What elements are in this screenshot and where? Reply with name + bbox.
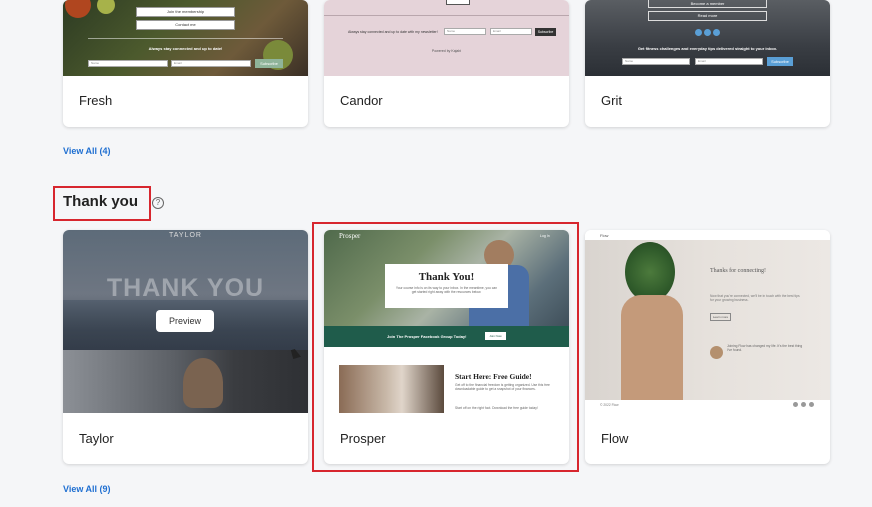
candor-caption: Always stay connected and up to date wit… [348,30,438,34]
fresh-contact-button: Contact me [136,20,235,30]
social-icon [695,29,702,36]
flow-quote: Joining Flow has changed my life. It's t… [727,344,803,353]
divider [88,38,283,39]
fresh-membership-button: Join the membership [136,7,235,17]
candor-powered-by: Powered by Kajabi [431,49,462,53]
template-card-grit[interactable]: Become a member Read more Get fitness ch… [585,0,830,127]
grit-member-button: Become a member [648,0,767,8]
divider [324,15,569,16]
flow-headline: Thanks for connecting! [710,268,766,274]
flow-button: Learn more [710,313,731,321]
grit-name-input: Name [622,58,690,65]
template-name-candor: Candor [340,93,383,108]
template-name-fresh: Fresh [79,93,113,108]
taylor-thumbnail: TAYLOR THANK YOU Preview [63,230,308,413]
person-photo [621,295,683,400]
template-card-taylor[interactable]: TAYLOR THANK YOU Preview Taylor [63,230,308,464]
fruit-decoration [65,0,91,18]
candor-thumbnail: Always stay connected and up to date wit… [324,0,569,76]
template-name-taylor: Taylor [79,431,114,446]
help-icon[interactable]: ? [152,197,164,209]
candor-subscribe-button: Subscribe [535,28,556,36]
fresh-thumbnail: Join the membership Contact me Always st… [63,0,308,76]
fruit-decoration [97,0,115,14]
template-card-fresh[interactable]: Join the membership Contact me Always st… [63,0,308,127]
grit-caption: Get fitness challenges and everyday tips… [637,46,778,51]
template-name-grit: Grit [601,93,622,108]
grit-thumbnail: Become a member Read more Get fitness ch… [585,0,830,76]
social-icon [809,402,814,407]
candor-name-input: Name [444,28,486,35]
fresh-email-input: Email [171,60,251,67]
social-icon [713,29,720,36]
preview-button[interactable]: Preview [156,310,214,332]
avatar [710,346,723,359]
plant-photo [625,242,675,302]
flow-footer: © 2022 Flow [600,403,619,407]
grit-readmore-button: Read more [648,11,767,21]
social-icon [704,29,711,36]
template-name-flow: Flow [601,431,629,446]
flow-logo: Flow [600,233,609,238]
social-icon [801,402,806,407]
view-all-link[interactable]: View All (4) [63,146,111,156]
fresh-name-input: Name [88,60,168,67]
template-card-flow[interactable]: Flow Thanks for connecting! Now that you… [585,230,830,464]
taylor-headline: THANK YOU [106,274,265,302]
person-photo [183,358,223,408]
section-title: Thank you [63,193,139,210]
template-card-candor[interactable]: Always stay connected and up to date wit… [324,0,569,127]
taylor-logo: TAYLOR [169,232,202,239]
candor-top-button [446,0,470,5]
candor-email-input: Email [490,28,532,35]
social-icon [793,402,798,407]
fresh-caption: Always stay connected and up to date! [148,46,223,51]
grit-subscribe-button: Subscribe [767,57,793,66]
fresh-subscribe-button: Subscribe [255,59,283,68]
flow-thumbnail: Flow Thanks for connecting! Now that you… [585,230,830,413]
grit-email-input: Email [695,58,763,65]
selected-card-highlight [312,222,579,472]
view-all-link[interactable]: View All (9) [63,484,111,494]
flow-body: Now that you're connected, we'll be in t… [710,294,800,303]
